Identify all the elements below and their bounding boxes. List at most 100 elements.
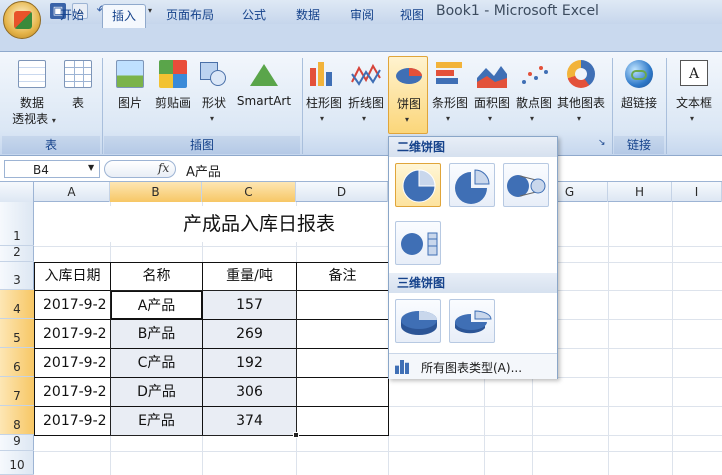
other-charts-label: 其他图表 <box>556 96 605 110</box>
row-number: 8 <box>13 418 21 432</box>
formula-input[interactable]: A产品 <box>186 161 221 180</box>
pie-chart-label: 饼图 <box>396 97 421 111</box>
table-icon <box>64 60 92 88</box>
column-header-c[interactable]: C <box>202 182 296 202</box>
pivot-table-label-1: 数据 <box>19 96 44 110</box>
column-header-a[interactable]: A <box>34 182 110 202</box>
column-header-d[interactable]: D <box>296 182 388 202</box>
office-button[interactable] <box>3 1 41 39</box>
pie-3d-icon <box>401 311 437 335</box>
header-name[interactable]: 名称 <box>110 262 203 291</box>
column-chart-label: 柱形图 <box>305 96 342 110</box>
cell-date[interactable]: 2017-9-2 <box>34 406 111 436</box>
bar-chart-icon <box>436 62 462 68</box>
cell-name-active[interactable]: A产品 <box>110 290 203 320</box>
bar-chart-button[interactable]: 条形图 ▾ <box>430 58 470 134</box>
cell-date[interactable]: 2017-9-2 <box>34 290 111 320</box>
row-header-7[interactable]: 7 <box>0 377 34 406</box>
row-header-9[interactable]: 9 <box>0 434 34 451</box>
shapes-button[interactable]: 形状 ▾ <box>196 58 232 134</box>
pivot-table-icon <box>18 60 46 88</box>
cell-name[interactable]: E产品 <box>110 406 203 436</box>
clipart-button[interactable]: 剪贴画 <box>150 58 196 134</box>
pivot-table-button[interactable]: 数据 透视表 ▾ <box>4 58 60 134</box>
cell-name[interactable]: B产品 <box>110 319 203 349</box>
pie-of-pie-option[interactable] <box>503 163 549 207</box>
cell-name[interactable]: D产品 <box>110 377 203 407</box>
scatter-chart-button[interactable]: 散点图 ▾ <box>514 58 554 134</box>
row-number: 7 <box>13 389 21 403</box>
row-header-10[interactable]: 10 <box>0 451 34 475</box>
hyperlink-button[interactable]: 超链接 <box>614 58 664 134</box>
tab-review[interactable]: 审阅 <box>340 4 384 28</box>
dropdown-arrow-icon: ▾ <box>690 114 695 123</box>
tab-page-layout[interactable]: 页面布局 <box>158 4 222 28</box>
dropdown-arrow-icon: ▾ <box>405 115 410 124</box>
header-weight[interactable]: 重量/吨 <box>202 262 297 291</box>
header-note[interactable]: 备注 <box>296 262 389 291</box>
smartart-button[interactable]: SmartArt <box>234 58 294 134</box>
table-button[interactable]: 表 <box>60 58 96 134</box>
tab-home[interactable]: 开始 <box>50 4 94 28</box>
bar-of-pie-option[interactable] <box>395 221 441 265</box>
name-box-dropdown-icon[interactable]: ▼ <box>88 163 94 172</box>
insert-function-icon[interactable]: fx <box>158 161 169 175</box>
cell-note[interactable] <box>296 377 389 407</box>
column-header-b[interactable]: B <box>110 182 202 202</box>
picture-button[interactable]: 图片 <box>110 58 150 134</box>
cell-weight[interactable]: 157 <box>202 290 297 320</box>
cell-note[interactable] <box>296 319 389 349</box>
bar-chart-bar-icon <box>436 70 454 76</box>
name-box[interactable]: B4 <box>4 160 100 178</box>
cell-weight[interactable]: 269 <box>202 319 297 349</box>
fill-handle[interactable] <box>293 432 299 438</box>
cell-note[interactable] <box>296 406 389 436</box>
row-header-4[interactable]: 4 <box>0 290 34 319</box>
shapes-label: 形状 <box>201 96 226 110</box>
cell-weight[interactable]: 374 <box>202 406 297 436</box>
office-logo-icon <box>14 11 32 29</box>
cell-weight[interactable]: 306 <box>202 377 297 407</box>
exploded-pie-3d-option[interactable] <box>449 299 495 343</box>
cell-date[interactable]: 2017-9-2 <box>34 348 111 378</box>
row-number: 10 <box>9 458 25 472</box>
column-header-h[interactable]: H <box>608 182 672 202</box>
cell-weight[interactable]: 192 <box>202 348 297 378</box>
area-chart-button[interactable]: 面积图 ▾ <box>472 58 512 134</box>
pie-2d-option[interactable] <box>395 163 441 207</box>
exploded-pie-2d-option[interactable] <box>449 163 495 207</box>
cell-name[interactable]: C产品 <box>110 348 203 378</box>
pie-3d-option[interactable] <box>395 299 441 343</box>
select-all-corner[interactable] <box>0 182 34 202</box>
tab-data[interactable]: 数据 <box>286 4 330 28</box>
tab-view[interactable]: 视图 <box>390 4 434 28</box>
row-number: 2 <box>13 245 21 259</box>
row-header-8[interactable]: 8 <box>0 406 34 435</box>
header-date[interactable]: 入库日期 <box>34 262 111 291</box>
gridline <box>34 451 722 452</box>
tab-formulas[interactable]: 公式 <box>232 4 276 28</box>
row-header-5[interactable]: 5 <box>0 319 34 348</box>
dialog-launcher-icon[interactable]: ↘ <box>598 138 608 148</box>
cell-date[interactable]: 2017-9-2 <box>34 377 111 407</box>
pie-chart-button[interactable]: 饼图 ▾ <box>388 56 428 134</box>
column-chart-button[interactable]: 柱形图 ▾ <box>302 58 346 134</box>
row-header-1[interactable]: 1 <box>0 202 34 246</box>
column-header-i[interactable]: I <box>672 182 722 202</box>
cell-note[interactable] <box>296 290 389 320</box>
row-header-2[interactable]: 2 <box>0 245 34 262</box>
row-header-6[interactable]: 6 <box>0 348 34 377</box>
pie-of-pie-icon <box>507 175 546 197</box>
other-charts-button[interactable]: 其他图表 ▾ <box>556 58 606 134</box>
tab-insert[interactable]: 插入 <box>102 4 146 28</box>
row-header-3[interactable]: 3 <box>0 262 34 290</box>
textbox-label: 文本框 <box>675 96 712 110</box>
line-chart-button[interactable]: 折线图 ▾ <box>346 58 386 134</box>
pie-2d-icon <box>402 169 436 203</box>
section-2d-pie: 二维饼图 <box>389 137 557 157</box>
cell-date[interactable]: 2017-9-2 <box>34 319 111 349</box>
all-chart-types-link[interactable]: 所有图表类型(A)... <box>389 353 557 379</box>
bar-of-pie-icon <box>401 232 438 256</box>
textbox-button[interactable]: A 文本框 ▾ <box>668 58 720 134</box>
cell-note[interactable] <box>296 348 389 378</box>
